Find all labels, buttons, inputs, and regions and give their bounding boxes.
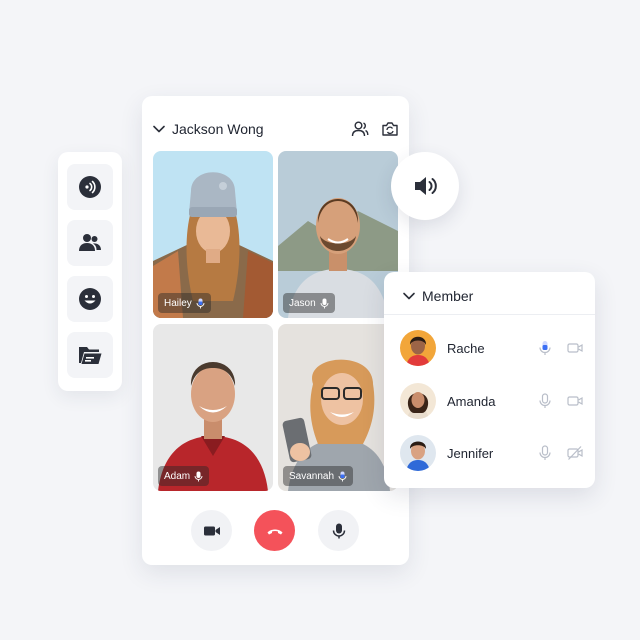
broadcast-button[interactable] — [67, 164, 113, 210]
participants-button[interactable] — [67, 220, 113, 266]
member-item-amanda[interactable]: Amanda — [400, 382, 583, 420]
member-name: Rache — [447, 340, 485, 356]
video-tile-hailey[interactable]: Hailey — [153, 151, 273, 318]
speaker-button[interactable] — [391, 152, 459, 220]
chevron-down-icon[interactable] — [152, 122, 166, 136]
member-name: Amanda — [447, 393, 496, 409]
participant-name: Jason — [289, 297, 316, 309]
video-camera-icon — [203, 526, 220, 535]
folder-icon — [79, 347, 102, 364]
camera-on-icon[interactable] — [567, 340, 583, 356]
video-call-card: Jackson Wong Hailey Jason Adam Savannah — [142, 96, 409, 565]
caller-name: Jackson Wong — [172, 121, 264, 137]
participant-label: Adam — [158, 466, 210, 486]
camera-on-icon[interactable] — [567, 393, 583, 409]
mic-icon — [338, 471, 347, 481]
end-call-button[interactable] — [254, 510, 295, 551]
call-header: Jackson Wong — [152, 118, 399, 140]
video-tile-adam[interactable]: Adam — [153, 324, 273, 491]
avatar — [400, 330, 436, 366]
participant-label: Savannah — [283, 466, 354, 486]
participant-label: Jason — [283, 293, 335, 313]
mic-icon[interactable] — [537, 445, 553, 461]
switch-camera-icon[interactable] — [381, 120, 399, 138]
camera-toggle-button[interactable] — [191, 510, 232, 551]
video-tile-jason[interactable]: Jason — [278, 151, 398, 318]
files-button[interactable] — [67, 332, 113, 378]
mic-icon[interactable] — [537, 393, 553, 409]
member-panel-title: Member — [422, 288, 474, 304]
member-panel-header[interactable]: Member — [402, 286, 473, 306]
emoji-icon — [79, 288, 101, 310]
emoji-button[interactable] — [67, 276, 113, 322]
participants-icon — [79, 234, 101, 251]
participant-label: Hailey — [158, 293, 211, 313]
mic-toggle-button[interactable] — [318, 510, 359, 551]
member-item-rache[interactable]: Rache — [400, 329, 583, 367]
add-person-icon[interactable] — [351, 120, 369, 138]
mic-icon — [196, 298, 205, 308]
divider — [384, 314, 595, 315]
participant-name: Savannah — [289, 470, 335, 482]
camera-off-icon[interactable] — [567, 445, 583, 461]
avatar — [400, 383, 436, 419]
participant-name: Adam — [164, 470, 191, 482]
avatar — [400, 435, 436, 471]
speaker-volume-icon — [415, 177, 437, 195]
member-panel: Member Rache Amanda Jennifer — [384, 272, 595, 488]
member-item-jennifer[interactable]: Jennifer — [400, 434, 583, 472]
video-tile-savannah[interactable]: Savannah — [278, 324, 398, 491]
mic-icon — [194, 471, 203, 481]
tool-rail — [58, 152, 122, 391]
participant-name: Hailey — [164, 297, 192, 309]
chevron-down-icon — [403, 292, 415, 300]
broadcast-icon — [79, 176, 101, 198]
microphone-icon — [332, 523, 345, 538]
hang-up-icon — [267, 529, 282, 534]
mic-active-icon[interactable] — [537, 340, 553, 356]
member-name: Jennifer — [447, 445, 494, 461]
mic-icon — [320, 298, 329, 308]
